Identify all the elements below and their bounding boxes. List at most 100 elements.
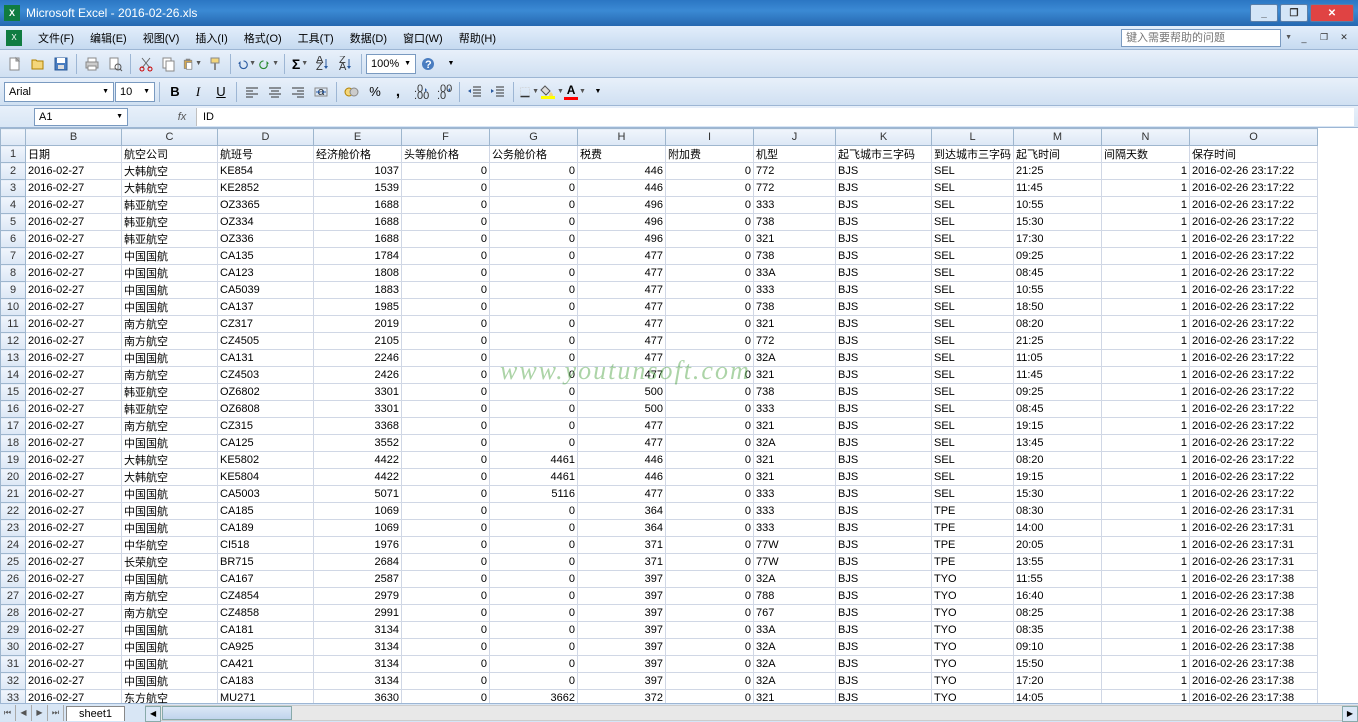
cell[interactable]: 371 — [578, 554, 666, 571]
cell[interactable]: 21:25 — [1014, 333, 1102, 350]
cell[interactable]: 0 — [666, 333, 754, 350]
cell[interactable]: 1 — [1102, 401, 1190, 418]
cell[interactable]: 2016-02-26 23:17:38 — [1190, 622, 1318, 639]
cell[interactable]: 333 — [754, 486, 836, 503]
cell[interactable]: 2016-02-27 — [26, 639, 122, 656]
cell[interactable]: 2016-02-26 23:17:31 — [1190, 520, 1318, 537]
cell[interactable]: 1 — [1102, 180, 1190, 197]
cell[interactable]: 0 — [490, 503, 578, 520]
cell[interactable]: 14:05 — [1014, 690, 1102, 704]
align-left-button[interactable] — [241, 81, 263, 103]
cell[interactable]: SEL — [932, 282, 1014, 299]
cell[interactable]: 321 — [754, 367, 836, 384]
cell[interactable]: 1 — [1102, 588, 1190, 605]
cell[interactable]: BJS — [836, 350, 932, 367]
cell[interactable]: SEL — [932, 452, 1014, 469]
decrease-indent-button[interactable] — [464, 81, 486, 103]
cell[interactable]: 0 — [666, 452, 754, 469]
cell[interactable]: 0 — [666, 282, 754, 299]
cell[interactable]: 保存时间 — [1190, 146, 1318, 163]
cell[interactable]: 2016-02-27 — [26, 197, 122, 214]
cell[interactable]: 08:20 — [1014, 452, 1102, 469]
cell[interactable]: 397 — [578, 639, 666, 656]
cell[interactable]: 397 — [578, 622, 666, 639]
cell[interactable]: 0 — [402, 452, 490, 469]
cell[interactable]: 08:25 — [1014, 605, 1102, 622]
cell[interactable]: 446 — [578, 469, 666, 486]
cell[interactable]: 321 — [754, 231, 836, 248]
cell[interactable]: 0 — [490, 163, 578, 180]
row-header[interactable]: 18 — [1, 435, 26, 452]
cell[interactable]: BJS — [836, 571, 932, 588]
cell[interactable]: CA185 — [218, 503, 314, 520]
cell[interactable]: 2587 — [314, 571, 402, 588]
cell[interactable]: 0 — [402, 656, 490, 673]
cell[interactable]: 1 — [1102, 265, 1190, 282]
cell[interactable]: 0 — [490, 282, 578, 299]
prev-sheet-button[interactable]: ◀ — [16, 705, 32, 721]
cell[interactable]: 767 — [754, 605, 836, 622]
cell[interactable]: 0 — [402, 248, 490, 265]
cell[interactable]: 0 — [666, 350, 754, 367]
cell[interactable]: 15:30 — [1014, 214, 1102, 231]
cell[interactable]: 1883 — [314, 282, 402, 299]
name-box[interactable]: A1▼ — [34, 108, 128, 126]
cell[interactable]: BJS — [836, 520, 932, 537]
menu-item[interactable]: 文件(F) — [30, 27, 82, 49]
cell[interactable]: KE854 — [218, 163, 314, 180]
cell[interactable]: BJS — [836, 503, 932, 520]
cell[interactable]: 0 — [402, 316, 490, 333]
cell[interactable]: 2016-02-27 — [26, 554, 122, 571]
row-header[interactable]: 24 — [1, 537, 26, 554]
cell[interactable]: 2016-02-27 — [26, 469, 122, 486]
column-header[interactable]: K — [836, 129, 932, 146]
cell[interactable]: CZ4854 — [218, 588, 314, 605]
cell[interactable]: 333 — [754, 197, 836, 214]
cell[interactable]: TYO — [932, 571, 1014, 588]
cell[interactable]: 0 — [490, 180, 578, 197]
cell[interactable]: 0 — [490, 316, 578, 333]
cell[interactable]: 2016-02-26 23:17:22 — [1190, 299, 1318, 316]
cell[interactable]: 1 — [1102, 571, 1190, 588]
cell[interactable]: 1 — [1102, 435, 1190, 452]
cell[interactable]: 0 — [402, 418, 490, 435]
cell[interactable]: 起飞时间 — [1014, 146, 1102, 163]
row-header[interactable]: 28 — [1, 605, 26, 622]
cell[interactable]: 21:25 — [1014, 163, 1102, 180]
cell[interactable]: 5071 — [314, 486, 402, 503]
cell[interactable]: 大韩航空 — [122, 163, 218, 180]
cell[interactable]: 11:45 — [1014, 367, 1102, 384]
cell[interactable]: 1688 — [314, 231, 402, 248]
align-right-button[interactable] — [287, 81, 309, 103]
cell[interactable]: 1 — [1102, 333, 1190, 350]
cell[interactable]: SEL — [932, 418, 1014, 435]
toolbar-options-button[interactable]: ▼ — [440, 53, 462, 75]
cell[interactable]: 1 — [1102, 622, 1190, 639]
cell[interactable]: CZ317 — [218, 316, 314, 333]
cell[interactable]: 32A — [754, 639, 836, 656]
cell[interactable]: SEL — [932, 214, 1014, 231]
cell[interactable]: 1 — [1102, 197, 1190, 214]
cell[interactable]: 2426 — [314, 367, 402, 384]
cell[interactable]: 0 — [402, 333, 490, 350]
row-header[interactable]: 10 — [1, 299, 26, 316]
cell[interactable]: BJS — [836, 333, 932, 350]
cell[interactable]: 0 — [490, 537, 578, 554]
borders-button[interactable]: ▼ — [518, 81, 540, 103]
cell[interactable]: TYO — [932, 588, 1014, 605]
cell[interactable]: 0 — [402, 435, 490, 452]
cell[interactable]: 0 — [490, 588, 578, 605]
cell[interactable]: BJS — [836, 452, 932, 469]
cell[interactable]: 32A — [754, 656, 836, 673]
cell[interactable]: KE2852 — [218, 180, 314, 197]
cell[interactable]: SEL — [932, 435, 1014, 452]
row-header[interactable]: 27 — [1, 588, 26, 605]
cell[interactable]: 2016-02-26 23:17:22 — [1190, 486, 1318, 503]
scroll-right-button[interactable]: ▶ — [1342, 706, 1358, 722]
cell[interactable]: 2016-02-27 — [26, 571, 122, 588]
cell[interactable]: TYO — [932, 639, 1014, 656]
cell[interactable]: 中国国航 — [122, 486, 218, 503]
cell[interactable]: 738 — [754, 299, 836, 316]
cell[interactable]: 中国国航 — [122, 350, 218, 367]
cell[interactable]: 1 — [1102, 350, 1190, 367]
